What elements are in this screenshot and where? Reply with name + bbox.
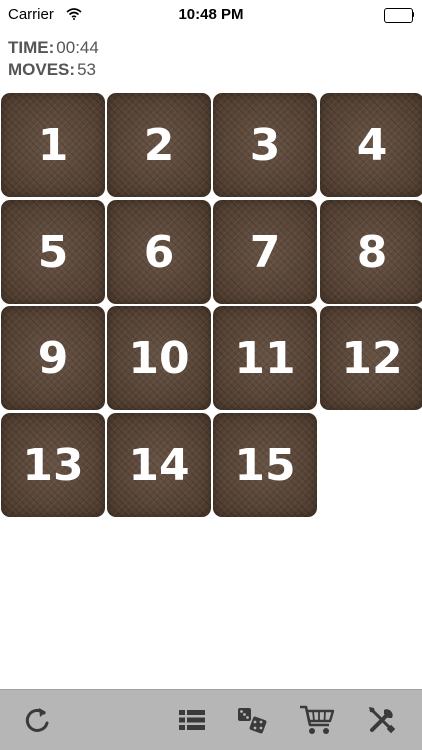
list-icon bbox=[176, 704, 208, 736]
moves-label: MOVES: bbox=[8, 60, 76, 79]
store-button[interactable] bbox=[299, 704, 335, 736]
puzzle-tile-4[interactable]: 4 bbox=[320, 93, 422, 197]
puzzle-tile-1[interactable]: 1 bbox=[1, 93, 105, 197]
puzzle-tile-12[interactable]: 12 bbox=[320, 306, 422, 410]
clock: 10:48 PM bbox=[178, 6, 244, 23]
time-label: TIME: bbox=[8, 38, 55, 57]
puzzle-tile-7[interactable]: 7 bbox=[213, 200, 317, 304]
puzzle-tile-2[interactable]: 2 bbox=[107, 93, 211, 197]
puzzle-tile-15[interactable]: 15 bbox=[213, 413, 317, 517]
puzzle-tile-6[interactable]: 6 bbox=[107, 200, 211, 304]
puzzle-tile-3[interactable]: 3 bbox=[213, 93, 317, 197]
status-bar: Carrier 10:48 PM bbox=[0, 0, 422, 30]
puzzle-tile-8[interactable]: 8 bbox=[320, 200, 422, 304]
bottom-toolbar bbox=[0, 689, 422, 750]
battery-icon bbox=[384, 8, 414, 23]
time-row: TIME: 00:44 bbox=[8, 37, 99, 59]
puzzle-tile-13[interactable]: 13 bbox=[1, 413, 105, 517]
puzzle-tile-9[interactable]: 9 bbox=[1, 306, 105, 410]
puzzle-tile-14[interactable]: 14 bbox=[107, 413, 211, 517]
shuffle-button[interactable] bbox=[236, 704, 268, 736]
cart-icon bbox=[299, 704, 335, 736]
settings-button[interactable] bbox=[366, 704, 398, 736]
puzzle-board: 1 2 3 4 5 6 7 8 9 10 11 12 13 14 15 bbox=[0, 93, 422, 519]
puzzle-tile-11[interactable]: 11 bbox=[213, 306, 317, 410]
game-stats: TIME: 00:44 MOVES: 53 bbox=[8, 37, 99, 81]
moves-row: MOVES: 53 bbox=[8, 59, 99, 81]
time-value: 00:44 bbox=[56, 38, 99, 57]
puzzle-tile-5[interactable]: 5 bbox=[1, 200, 105, 304]
settings-icon bbox=[366, 704, 398, 736]
dice-icon bbox=[236, 704, 268, 736]
list-button[interactable] bbox=[176, 704, 208, 736]
restart-button[interactable] bbox=[22, 704, 54, 736]
empty-slot[interactable] bbox=[320, 413, 422, 517]
restart-icon bbox=[22, 704, 54, 736]
moves-value: 53 bbox=[77, 60, 96, 79]
puzzle-tile-10[interactable]: 10 bbox=[107, 306, 211, 410]
